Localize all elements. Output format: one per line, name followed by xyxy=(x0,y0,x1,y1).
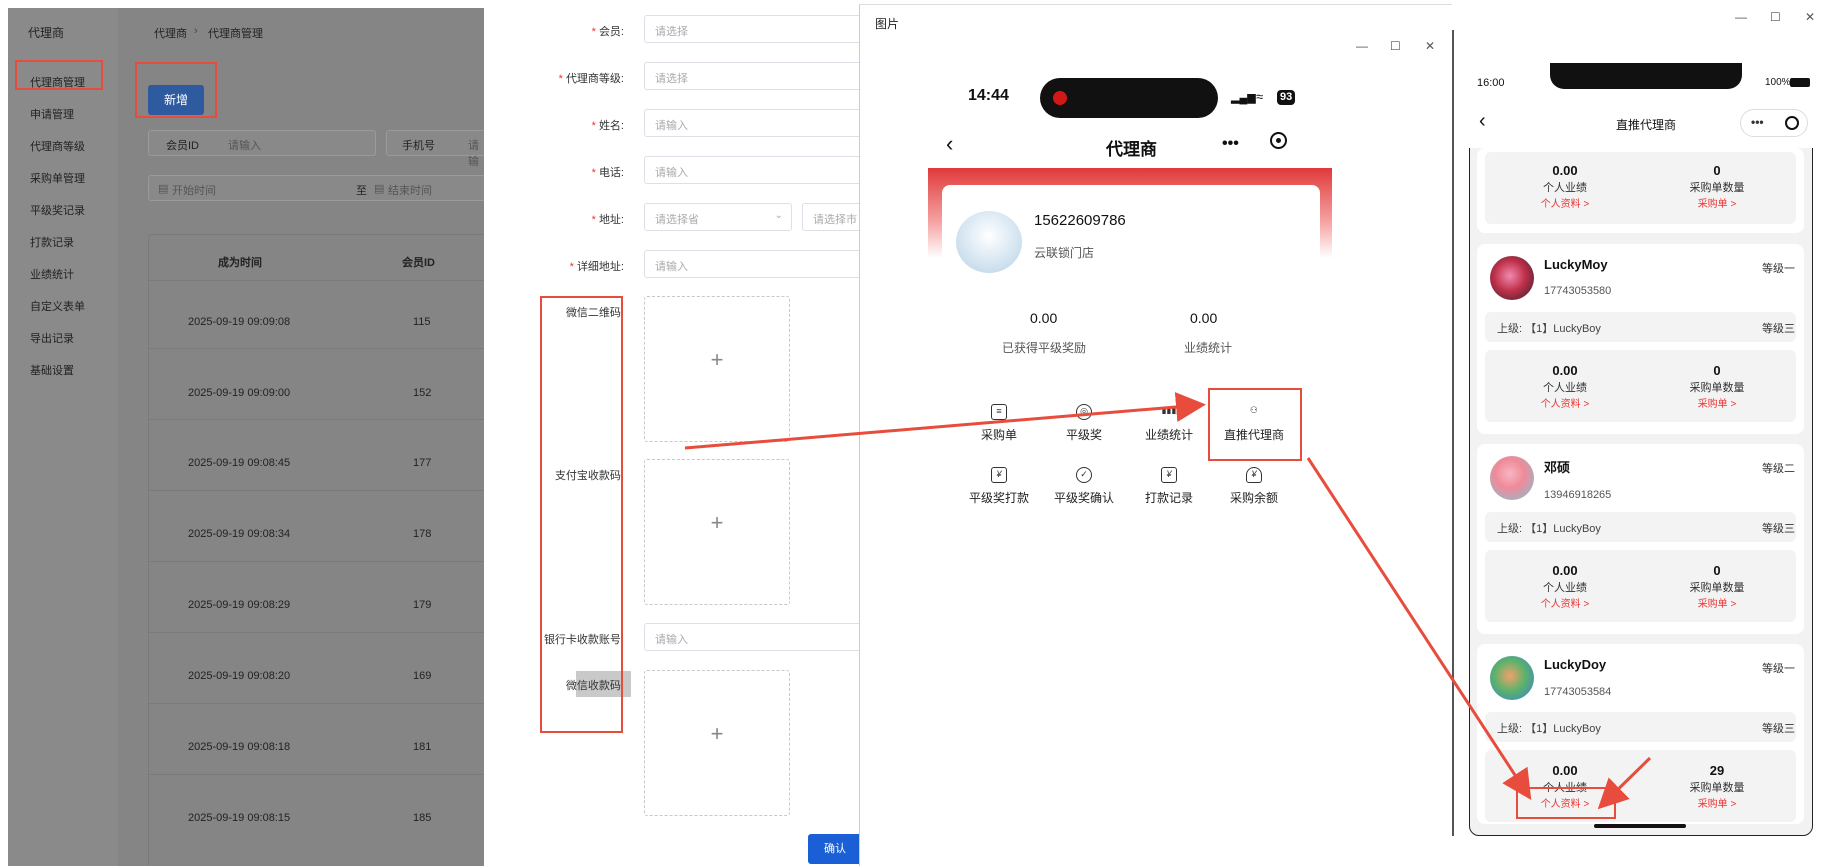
arrow-to-profile-link xyxy=(1597,756,1652,810)
arrow-grid-to-profile xyxy=(1306,457,1532,801)
annotation-arrows xyxy=(684,392,1652,810)
arrow-form-to-grid xyxy=(684,392,1206,450)
